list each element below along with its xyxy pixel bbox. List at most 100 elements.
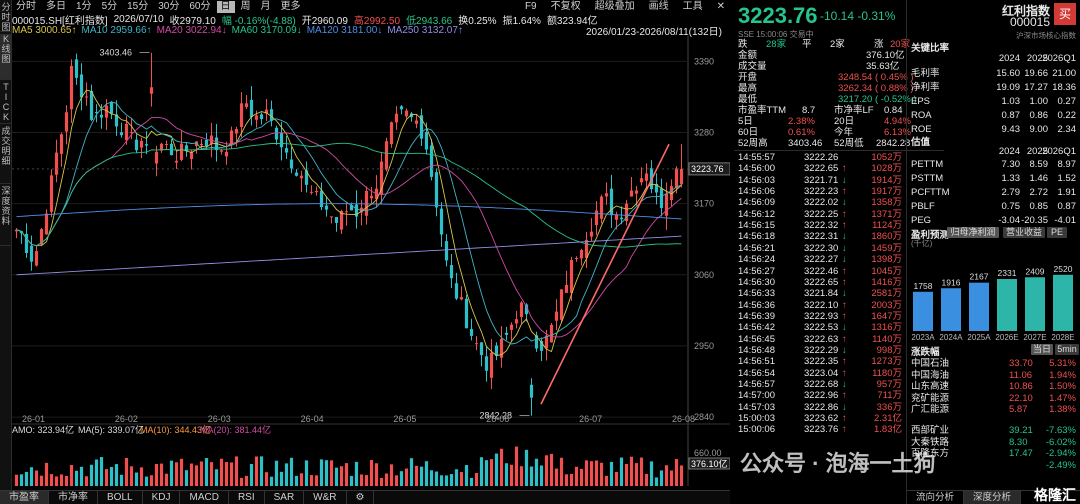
forecast-category: 2028E [1051,333,1074,341]
forecast-category: 2025A [967,333,991,341]
ratio-row-4-cell: 2.34 [1057,124,1077,135]
price-tag: 3223.76 [691,164,724,174]
candle-body [309,191,314,193]
candle-body [674,168,679,189]
ratio-row-1-cell: 18.36 [1052,82,1076,93]
w52-row-cell: 3403.46 [788,138,823,149]
ratio-row-2: EPS 1.03 1.00 0.27 [911,96,1076,107]
valuation-row-1-cell: 1.52 [1057,173,1077,184]
indicator-tab-0[interactable]: 市盈率 [0,491,49,504]
candle-body [59,134,64,154]
perf-row-0-cell: 2.38% [788,116,815,127]
arrow-down-icon: ↓ [842,288,847,300]
rank-row-4[interactable]: 广汇能源 5.87 1.38% [911,404,1076,415]
volume-bar [384,473,389,486]
volume-bar [249,463,254,486]
candle-body [314,190,319,193]
stock-name: 中国石油 [911,358,950,369]
tick-price: 3222.10 [804,299,839,311]
indicator-tab-2[interactable]: BOLL [98,491,143,504]
candle-body [319,190,324,208]
close-icon[interactable]: ✕ [713,1,729,13]
side-tab-4[interactable]: 深度资料 [0,186,12,246]
volume-bar [424,461,429,486]
tick-price: 3222.32 [804,220,839,232]
tick-price: 3222.35 [804,356,839,368]
tick-price: 3221.84 [804,288,839,300]
candle-body [239,103,244,127]
ratio-row-0: 毛利率 15.60 19.66 21.00 [911,68,1076,79]
indicator-tab-7[interactable]: W&R [304,491,347,504]
candle-body [284,148,289,153]
volume-bar [74,470,79,486]
fund-tab-0[interactable]: 流向分析 [907,491,965,504]
tick-time: 14:56:27 [738,265,775,277]
side-tab-0[interactable]: 分时图 [0,2,12,32]
ratio-row-1-cell: 净利率 [911,82,940,93]
candle-body [84,96,89,98]
forecast-tab-0[interactable]: 归母净利润 [947,227,999,238]
rank-tab-0[interactable]: 当日 [1031,344,1053,355]
valuation-row-4-cell: -4.01 [1054,215,1076,226]
volume-bar [634,463,639,486]
indicator-tab-3[interactable]: KDJ [143,491,181,504]
tool-button-4[interactable]: 工具 [679,1,707,13]
tick-time: 14:55:57 [738,152,775,163]
arrow-up-icon: ↑ [842,413,847,425]
volume-bar [269,476,274,486]
side-tab-2[interactable]: TICK [0,82,12,124]
rank-row-5[interactable]: 西部矿业 39.21 -7.63% [911,425,1076,436]
tool-button-2[interactable]: 超级叠加 [591,1,639,13]
tick-volume: 2003万 [871,299,902,311]
indicator-tab-1[interactable]: 市净率 [49,491,98,504]
last-price: 3223.76 [738,3,818,28]
valuation-row-3-cell: PBLF [911,201,935,212]
forecast-tab-2[interactable]: PE [1047,227,1067,238]
tool-button-3[interactable]: 画线 [645,1,673,13]
indicator-tabs: 市盈率 市净率 BOLL KDJ MACD RSI SAR W&R ⚙ [0,490,730,504]
ratio-row-3: ROA 0.87 0.86 0.22 [911,110,1076,121]
arrow-down-icon: ↓ [842,197,847,209]
period-tab-4[interactable]: 15分 [123,1,152,13]
tick-price: 3222.46 [804,265,839,277]
valuation-row-2-cell: PCFTTM [911,187,950,198]
ratio-row-2-cell: EPS [911,96,931,107]
x-tick-label: 26-06 [486,414,509,424]
tick-price: 3222.68 [804,379,839,390]
rank-row-7[interactable]: 百隆东方 17.47 -2.94% [911,448,1076,459]
rank-row-8[interactable]: -2.49% [911,460,1076,471]
arrow-down-icon: ↓ [842,401,847,413]
rank-row-1[interactable]: 中国海油 11.06 1.94% [911,370,1076,381]
indicator-tab-6[interactable]: SAR [265,491,305,504]
forecast-tab-1[interactable]: 营业收益 [1003,227,1045,238]
volume-bar [34,470,39,486]
valuation-row-4-cell: -20.35 [1021,215,1048,226]
rank-row-2[interactable]: 山东高速 10.86 1.50% [911,381,1076,392]
arrow-up-icon: ↑ [842,299,847,311]
rank-row-3[interactable]: 兖矿能源 22.10 1.47% [911,393,1076,404]
rank-tab-1[interactable]: 5min [1055,344,1079,355]
tick-time: 14:56:12 [738,208,775,220]
candle-body [294,172,299,176]
watermark: 公众号 · 泡海一土狗 [740,451,936,476]
rank-row-0[interactable]: 中国石油 33.70 5.31% [911,358,1076,369]
arrow-up-icon: ↑ [842,424,847,436]
breadth-row-cell: 跌 [738,39,748,50]
gear-icon[interactable]: ⚙ [347,491,375,504]
fund-tab-1[interactable]: 深度分析 [964,491,1022,504]
tick-time: 14:56:42 [738,322,775,334]
tick-price: 3222.93 [804,310,839,322]
tick-price: 3222.02 [804,197,839,209]
arrow-down-icon: ↓ [842,254,847,266]
rank-row-6[interactable]: 大秦铁路 8.30 -6.02% [911,437,1076,448]
volume-bar [229,462,234,486]
kline-chart[interactable]: 3390328031703060295028403403.462842.2832… [12,0,730,490]
buy-button[interactable]: 买 [1054,3,1076,25]
tick-price: 3222.27 [804,254,839,266]
y-tick-label: 3170 [694,199,714,209]
indicator-tab-5[interactable]: RSI [229,491,265,504]
indicator-tab-4[interactable]: MACD [180,491,229,504]
side-tab-3[interactable]: 成交明细 [0,126,12,184]
side-tab-1[interactable]: K线图 [0,34,12,80]
volume-bar [149,475,154,486]
